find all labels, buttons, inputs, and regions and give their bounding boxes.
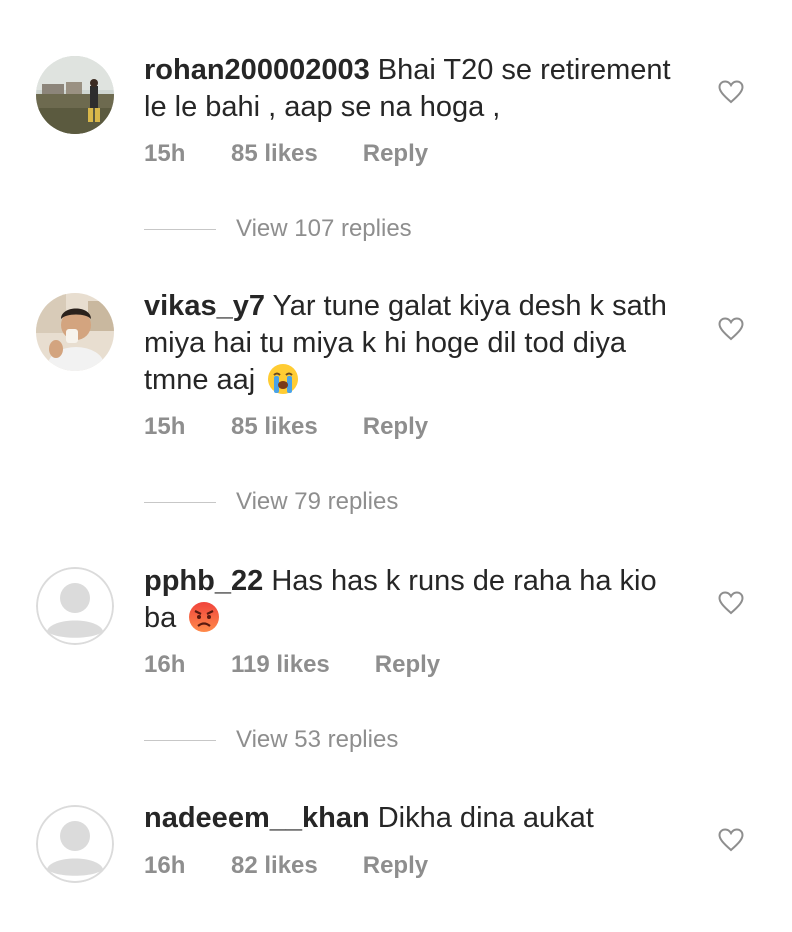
view-replies-label: View 53 replies [236, 726, 399, 753]
comment-username[interactable]: pphb_22 [144, 565, 263, 597]
view-replies-button[interactable]: View 53 replies [144, 725, 398, 755]
avatar-photo-person [36, 293, 114, 371]
comment-meta: 16h 82 likes Reply [144, 851, 428, 881]
comment-text: nadeeem__khan Dikha dina aukat [144, 800, 694, 837]
avatar[interactable] [36, 56, 114, 134]
reply-button[interactable]: Reply [375, 650, 440, 680]
loudly-crying-face-icon [267, 363, 299, 405]
comment-username[interactable]: vikas_y7 [144, 290, 265, 322]
view-replies-label: View 79 replies [236, 488, 399, 515]
angry-face-icon [188, 601, 220, 643]
reply-button[interactable]: Reply [363, 139, 428, 169]
comment-likes[interactable]: 85 likes [231, 412, 318, 442]
comment-likes[interactable]: 119 likes [231, 650, 330, 680]
comment-username[interactable]: nadeeem__khan [144, 802, 370, 834]
comment-text: vikas_y7 Yar tune galat kiya desh k sath… [144, 288, 694, 405]
comment-meta: 15h 85 likes Reply [144, 139, 428, 169]
comment-time: 15h [144, 140, 186, 167]
comment-username[interactable]: rohan200002003 [144, 54, 370, 86]
avatar[interactable] [36, 567, 114, 645]
comment-text: pphb_22 Has has k runs de raha ha kio ba [144, 563, 694, 643]
reply-button[interactable]: Reply [363, 851, 428, 881]
comment-body: Dikha dina aukat [377, 802, 594, 834]
view-replies-button[interactable]: View 107 replies [144, 214, 412, 244]
replies-divider [144, 229, 216, 231]
view-replies-button[interactable]: View 79 replies [144, 487, 398, 517]
replies-divider [144, 740, 216, 742]
comment-likes[interactable]: 85 likes [231, 139, 318, 169]
comment-text: rohan200002003 Bhai T20 se retirement le… [144, 52, 694, 126]
comment-meta: 15h 85 likes Reply [144, 412, 428, 442]
avatar[interactable] [36, 293, 114, 371]
comment-likes[interactable]: 82 likes [231, 851, 318, 881]
like-heart-icon[interactable] [718, 317, 744, 341]
comment-time: 16h [144, 651, 186, 678]
like-heart-icon[interactable] [718, 591, 744, 615]
view-replies-label: View 107 replies [236, 215, 412, 242]
like-heart-icon[interactable] [718, 80, 744, 104]
default-avatar-icon [36, 567, 114, 645]
avatar[interactable] [36, 805, 114, 883]
reply-button[interactable]: Reply [363, 412, 428, 442]
default-avatar-icon [36, 805, 114, 883]
comment-meta: 16h 119 likes Reply [144, 650, 440, 680]
comment-time: 15h [144, 413, 186, 440]
like-heart-icon[interactable] [718, 828, 744, 852]
replies-divider [144, 502, 216, 504]
avatar-photo-landscape [36, 56, 114, 134]
comment-time: 16h [144, 852, 186, 879]
